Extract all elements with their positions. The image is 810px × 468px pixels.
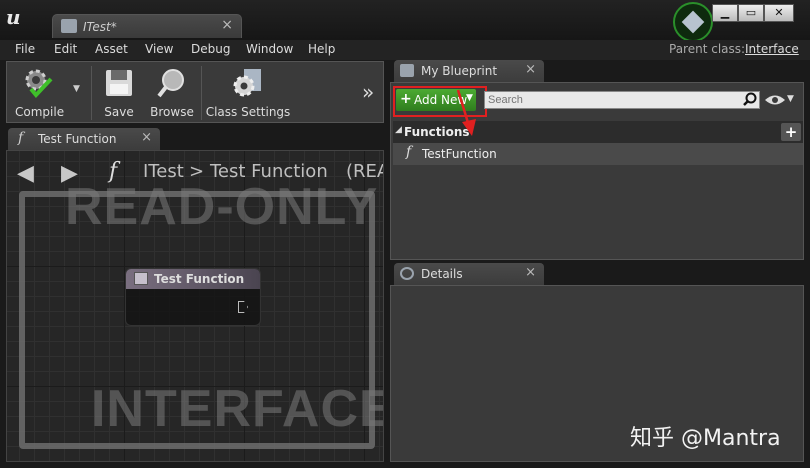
- menu-window[interactable]: Window: [246, 42, 293, 56]
- view-options-eye-icon[interactable]: [764, 93, 786, 107]
- source-control-badge-icon[interactable]: [673, 2, 713, 42]
- graph-tab[interactable]: f Test Function ×: [8, 128, 160, 150]
- interface-watermark: INTERFACE: [91, 380, 384, 438]
- zhihu-watermark: 知乎 @Mantra: [630, 426, 781, 451]
- close-window-button[interactable]: ✕: [764, 4, 794, 22]
- details-tab-label: Details: [421, 267, 463, 281]
- graph-editor[interactable]: ◀ ▶ f ITest > Test Function (REA READ-ON…: [6, 150, 384, 462]
- node-function-icon: [134, 272, 148, 285]
- menu-edit[interactable]: Edit: [54, 42, 77, 56]
- save-label: Save: [104, 105, 134, 119]
- details-tab[interactable]: Details ×: [394, 263, 544, 285]
- view-options-chevron-icon[interactable]: ▼: [787, 94, 794, 104]
- search-input[interactable]: [484, 91, 760, 109]
- title-bar: u ITest* × ▁ ▭ ✕: [0, 0, 810, 42]
- annotation-arrow: [456, 89, 476, 136]
- menu-asset[interactable]: Asset: [95, 42, 128, 56]
- class-settings-button[interactable]: Class Settings: [205, 62, 291, 122]
- save-floppy-icon: [106, 70, 132, 96]
- maximize-button[interactable]: ▭: [738, 4, 764, 22]
- compile-label: Compile: [15, 105, 65, 119]
- graph-tab-close-icon[interactable]: ×: [141, 130, 152, 145]
- document-tab-close-icon[interactable]: ×: [221, 17, 233, 33]
- class-settings-label: Class Settings: [205, 105, 291, 119]
- parent-class-label: Parent class:: [669, 42, 746, 56]
- my-blueprint-tab-label: My Blueprint: [421, 64, 498, 78]
- details-tab-close-icon[interactable]: ×: [525, 265, 536, 280]
- compile-options-chevron-icon[interactable]: ▼: [73, 84, 80, 94]
- my-blueprint-tab-close-icon[interactable]: ×: [525, 62, 536, 77]
- toolbar-overflow-icon[interactable]: »: [362, 80, 374, 104]
- parent-class-link[interactable]: Interface: [745, 42, 799, 56]
- browse-button[interactable]: Browse: [145, 62, 199, 122]
- graph-tab-label: Test Function: [38, 132, 117, 146]
- toolbar: Compile ▼ Save Browse Class Settings »: [6, 61, 384, 123]
- document-tab-label: ITest*: [83, 20, 117, 34]
- save-button[interactable]: Save: [95, 62, 143, 122]
- compile-gear-check-icon: [25, 69, 53, 99]
- add-function-button[interactable]: +: [781, 123, 801, 141]
- document-tab[interactable]: ITest* ×: [52, 14, 242, 38]
- menu-file[interactable]: File: [15, 42, 35, 56]
- details-magnifier-icon: [400, 267, 414, 280]
- menu-help[interactable]: Help: [308, 42, 335, 56]
- menu-debug[interactable]: Debug: [191, 42, 230, 56]
- blueprint-book-icon: [400, 64, 414, 77]
- function-name: TestFunction: [422, 147, 497, 161]
- toolbar-divider: [91, 66, 92, 120]
- my-blueprint-panel: + Add New ▼ ▼ ◢ Functions + f TestFuncti…: [390, 82, 804, 260]
- minimize-button[interactable]: ▁: [712, 4, 738, 22]
- compile-button[interactable]: Compile: [9, 62, 69, 122]
- function-entry-node[interactable]: Test Function: [125, 268, 261, 326]
- search-icon[interactable]: [743, 92, 757, 106]
- menu-view[interactable]: View: [145, 42, 173, 56]
- exec-output-pin-icon[interactable]: [238, 301, 248, 313]
- unreal-logo-icon[interactable]: u: [6, 5, 30, 29]
- toolbar-divider: [201, 66, 202, 120]
- node-header: Test Function: [126, 269, 260, 289]
- class-settings-gear-icon: [233, 69, 261, 97]
- browse-label: Browse: [150, 105, 194, 119]
- read-only-watermark: READ-ONLY: [65, 178, 379, 236]
- collapse-triangle-icon[interactable]: ◢: [395, 125, 402, 135]
- back-arrow-icon[interactable]: ◀: [17, 161, 34, 186]
- browse-magnifier-icon: [157, 69, 184, 98]
- my-blueprint-tab[interactable]: My Blueprint ×: [394, 60, 544, 82]
- blueprint-book-icon: [61, 19, 77, 33]
- node-title: Test Function: [154, 272, 245, 286]
- list-item[interactable]: f TestFunction: [393, 143, 803, 165]
- function-icon: f: [18, 130, 24, 146]
- function-icon: f: [406, 144, 412, 160]
